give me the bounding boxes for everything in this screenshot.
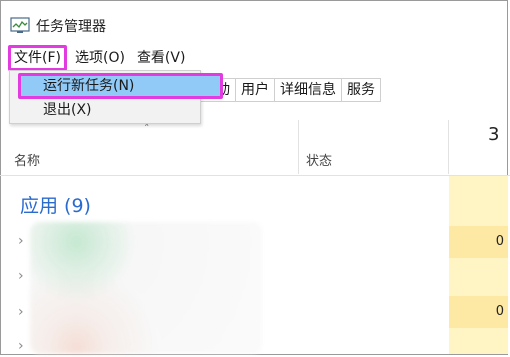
blurred-process-list — [30, 222, 262, 354]
column-divider[interactable] — [298, 120, 299, 174]
menu-item-label: 运行新任务(N) — [43, 78, 135, 94]
menu-options[interactable]: 选项(O) — [69, 47, 131, 69]
menu-file[interactable]: 文件(F) — [8, 45, 67, 71]
menu-bar: 文件(F) 选项(O) 查看(V) — [8, 45, 192, 71]
tab-details[interactable]: 详细信息 — [275, 78, 342, 102]
tab-strip: 启动 用户 详细信息 服务 — [197, 78, 381, 102]
column-divider[interactable] — [448, 120, 449, 174]
group-header-apps[interactable]: 应用 (9) — [20, 191, 91, 218]
cpu-cell: 0 — [449, 226, 508, 258]
menu-item-run-new-task[interactable]: 运行新任务(N) — [10, 73, 223, 99]
task-manager-icon — [10, 17, 30, 33]
window-title: 任务管理器 — [36, 19, 106, 35]
menu-item-label: 退出(X) — [43, 102, 92, 118]
title-bar: 任务管理器 — [10, 14, 106, 38]
menu-view[interactable]: 查看(V) — [131, 47, 192, 69]
menu-item-exit[interactable]: 退出(X) — [10, 99, 200, 121]
column-header-status[interactable]: 状态 — [306, 150, 332, 169]
cpu-value: 0 — [495, 304, 504, 319]
tab-users[interactable]: 用户 — [236, 78, 275, 102]
cpu-cell: 0 — [449, 296, 508, 328]
tab-services[interactable]: 服务 — [342, 78, 381, 102]
file-menu-dropdown: 运行新任务(N) 退出(X) — [9, 70, 223, 124]
header-divider — [0, 175, 510, 176]
cpu-value: 0 — [495, 234, 504, 249]
expand-chevron-icon[interactable]: › — [18, 268, 24, 284]
column-header-name[interactable]: 名称 — [14, 150, 40, 169]
expand-chevron-icon[interactable]: › — [18, 233, 24, 249]
expand-chevron-icon[interactable]: › — [18, 304, 24, 320]
column-header-cpu[interactable]: 3 — [488, 124, 499, 145]
expand-chevron-icon[interactable]: › — [18, 338, 24, 354]
